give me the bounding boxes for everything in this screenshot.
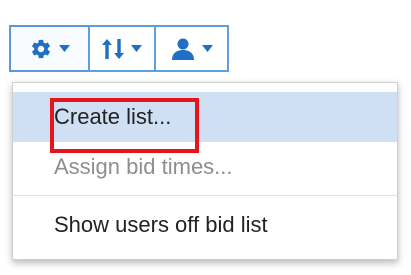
sort-icon	[102, 38, 124, 60]
chevron-down-icon	[58, 45, 70, 52]
toolbar	[9, 25, 229, 72]
dropdown-menu: Create list... Assign bid times... Show …	[12, 82, 398, 260]
menu-item-create-list[interactable]: Create list...	[13, 92, 397, 142]
menu-item-assign-bid-times[interactable]: Assign bid times...	[13, 142, 397, 192]
settings-dropdown-button[interactable]	[9, 25, 90, 72]
user-dropdown-button[interactable]	[154, 25, 229, 72]
chevron-down-icon	[201, 45, 213, 52]
user-icon	[171, 38, 195, 60]
chevron-down-icon	[131, 45, 142, 52]
gear-icon	[30, 38, 52, 60]
menu-item-show-users-off-bid-list[interactable]: Show users off bid list	[13, 200, 397, 250]
sort-dropdown-button[interactable]	[88, 25, 156, 72]
menu-divider	[13, 195, 397, 196]
